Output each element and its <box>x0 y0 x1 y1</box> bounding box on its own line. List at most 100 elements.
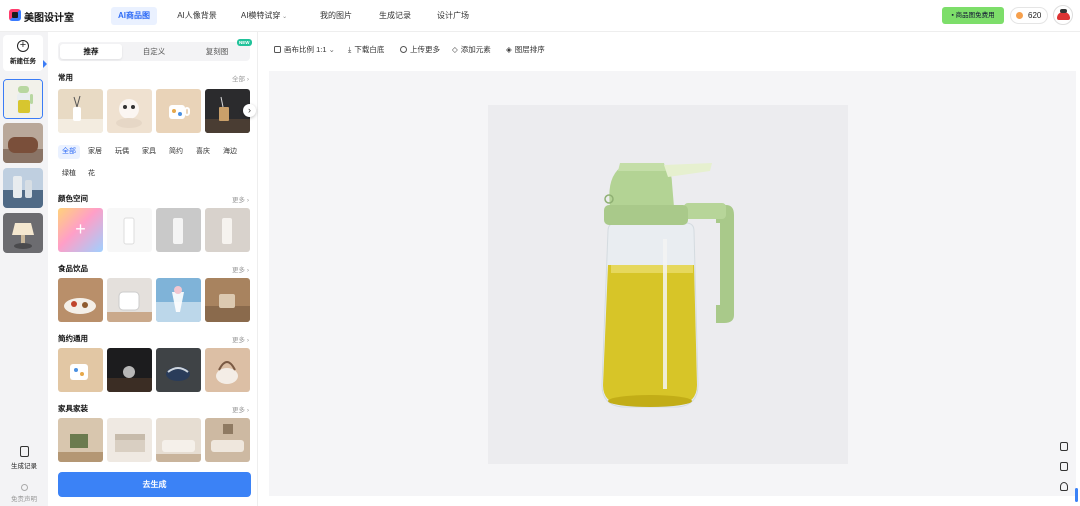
coins-badge[interactable]: 620 <box>1010 7 1048 24</box>
rail-disclaimer-link[interactable]: 免责声明 <box>0 484 48 503</box>
promo-label: 商品图免费用 <box>955 12 995 19</box>
template-tile[interactable] <box>205 208 250 252</box>
template-image <box>107 418 152 462</box>
template-tile[interactable] <box>156 348 201 392</box>
template-tile[interactable] <box>107 278 152 322</box>
nav-my-images[interactable]: 我的图片 <box>315 7 357 25</box>
filter-chip-simple[interactable]: 简约 <box>165 145 187 159</box>
layer-order-button[interactable]: ◈ 图层排序 <box>506 42 545 58</box>
upload-more-button[interactable]: 上传更多 <box>400 42 440 58</box>
filter-chip-festive[interactable]: 喜庆 <box>192 145 214 159</box>
rail-disclaimer-label: 免责声明 <box>11 496 37 503</box>
panel-tabs: 推荐 自定义 复刻图 NEW <box>58 39 252 61</box>
avatar[interactable] <box>1053 5 1073 25</box>
template-tile[interactable] <box>156 278 201 322</box>
sea-thumb-image <box>3 168 43 208</box>
template-image <box>58 348 103 392</box>
download-white-bg-button[interactable]: ⤓ 下载白底 <box>348 42 384 58</box>
template-image <box>107 208 152 252</box>
app-logo-icon[interactable] <box>9 9 21 21</box>
right-side-tools <box>1055 436 1073 496</box>
canvas-ratio-select[interactable]: 画布比例 1:1 ⌄ <box>274 42 335 58</box>
template-row-food <box>58 278 250 322</box>
template-tile[interactable] <box>205 418 250 462</box>
template-tile[interactable] <box>107 89 152 133</box>
new-task-button[interactable]: + 新建任务 <box>3 35 43 71</box>
avatar-detail <box>1060 9 1067 13</box>
section-title-simple: 简约通用 <box>58 334 88 343</box>
oil-bottle-thumb-image <box>4 80 42 118</box>
section-title-furniture: 家具家装 <box>58 404 88 413</box>
generate-button[interactable]: 去生成 <box>58 472 251 497</box>
template-tile[interactable] <box>58 89 103 133</box>
template-image <box>205 418 250 462</box>
add-element-label: 添加元素 <box>460 45 491 54</box>
nav-design-square[interactable]: 设计广场 <box>432 7 474 25</box>
nav-history[interactable]: 生成记录 <box>374 7 416 25</box>
template-panel: 推荐 自定义 复刻图 NEW 常用 全部 › › 全部 家居 玩偶 家具 简约 … <box>50 32 258 506</box>
section-title-common: 常用 <box>58 73 73 82</box>
template-tile[interactable] <box>107 348 152 392</box>
canvas-toolbar: 画布比例 1:1 ⌄ ⤓ 下载白底 上传更多 ◇ 添加元素 ◈ 图层排序 <box>268 42 1068 58</box>
filter-chip-home[interactable]: 家居 <box>84 145 106 159</box>
chevron-down-icon: ⌄ <box>326 45 335 54</box>
filter-chip-doll[interactable]: 玩偶 <box>111 145 133 159</box>
filter-chip-all[interactable]: 全部 <box>58 145 80 159</box>
top-bar: 美图设计室 AI商品图 AI人像背景 AI模特试穿 ⌄ 我的图片 生成记录 设计… <box>0 0 1080 32</box>
rail-history-button[interactable]: 生成记录 <box>0 446 48 470</box>
filter-chip-flowers[interactable]: 花 <box>84 167 99 181</box>
section-more-simple[interactable]: 更多 › <box>232 334 249 344</box>
headset-icon[interactable] <box>1060 482 1068 491</box>
template-tile[interactable] <box>205 278 250 322</box>
filter-chip-seaside[interactable]: 海边 <box>219 145 241 159</box>
filter-chip-furniture[interactable]: 家具 <box>138 145 160 159</box>
scrollbar[interactable] <box>1075 488 1078 502</box>
template-tile[interactable] <box>107 208 152 252</box>
task-thumb-lamp[interactable] <box>3 213 43 253</box>
add-element-button[interactable]: ◇ 添加元素 <box>452 42 491 58</box>
section-more-furniture[interactable]: 更多 › <box>232 404 249 414</box>
upload-plus-icon <box>400 46 407 53</box>
template-tile[interactable] <box>58 278 103 322</box>
chevron-down-icon: ⌄ <box>280 14 288 20</box>
promo-button[interactable]: ▪ 商品图免费用 <box>942 7 1004 24</box>
carousel-next-button[interactable]: › <box>243 104 256 117</box>
template-tile[interactable] <box>58 348 103 392</box>
template-tile[interactable] <box>107 418 152 462</box>
template-image <box>156 278 201 322</box>
new-task-label: 新建任务 <box>10 58 36 65</box>
template-row-simple <box>58 348 250 392</box>
tab-replicate[interactable]: 复刻图 <box>186 44 248 59</box>
oil-bottle-product-image <box>601 163 734 408</box>
app-brand[interactable]: 美图设计室 <box>24 9 74 24</box>
custom-color-tile[interactable]: + <box>58 208 103 252</box>
nav-ai-model-tryon[interactable]: AI模特试穿 ⌄ <box>238 7 290 25</box>
section-title-color-space: 颜色空间 <box>58 194 88 203</box>
book-icon[interactable] <box>1060 462 1068 471</box>
task-thumb-oil-bottle[interactable] <box>3 79 43 119</box>
section-more-color-space[interactable]: 更多 › <box>232 194 249 204</box>
artboard[interactable] <box>488 105 848 464</box>
info-icon <box>20 484 28 491</box>
template-tile[interactable] <box>156 418 201 462</box>
tab-custom[interactable]: 自定义 <box>123 44 185 59</box>
tab-recommended[interactable]: 推荐 <box>60 44 122 59</box>
nav-ai-product[interactable]: AI商品图 <box>111 7 157 25</box>
layers-icon: ◈ <box>506 45 512 54</box>
section-more-food[interactable]: 更多 › <box>232 264 249 274</box>
task-thumb-bottle-sea[interactable] <box>3 168 43 208</box>
template-tile[interactable] <box>156 89 201 133</box>
chevron-right-icon: › <box>248 105 251 115</box>
avatar-mark <box>1057 12 1070 20</box>
section-more-common[interactable]: 全部 › <box>232 73 249 83</box>
template-tile[interactable] <box>205 348 250 392</box>
nav-ai-portrait-bg[interactable]: AI人像背景 <box>170 7 224 25</box>
task-thumb-bag[interactable] <box>3 123 43 163</box>
plus-icon: + <box>75 219 86 239</box>
coins-count: 620 <box>1028 11 1042 20</box>
template-tile[interactable] <box>58 418 103 462</box>
template-image <box>58 89 103 133</box>
note-icon[interactable] <box>1060 442 1068 451</box>
template-tile[interactable] <box>156 208 201 252</box>
filter-chip-plants[interactable]: 绿植 <box>58 167 80 181</box>
